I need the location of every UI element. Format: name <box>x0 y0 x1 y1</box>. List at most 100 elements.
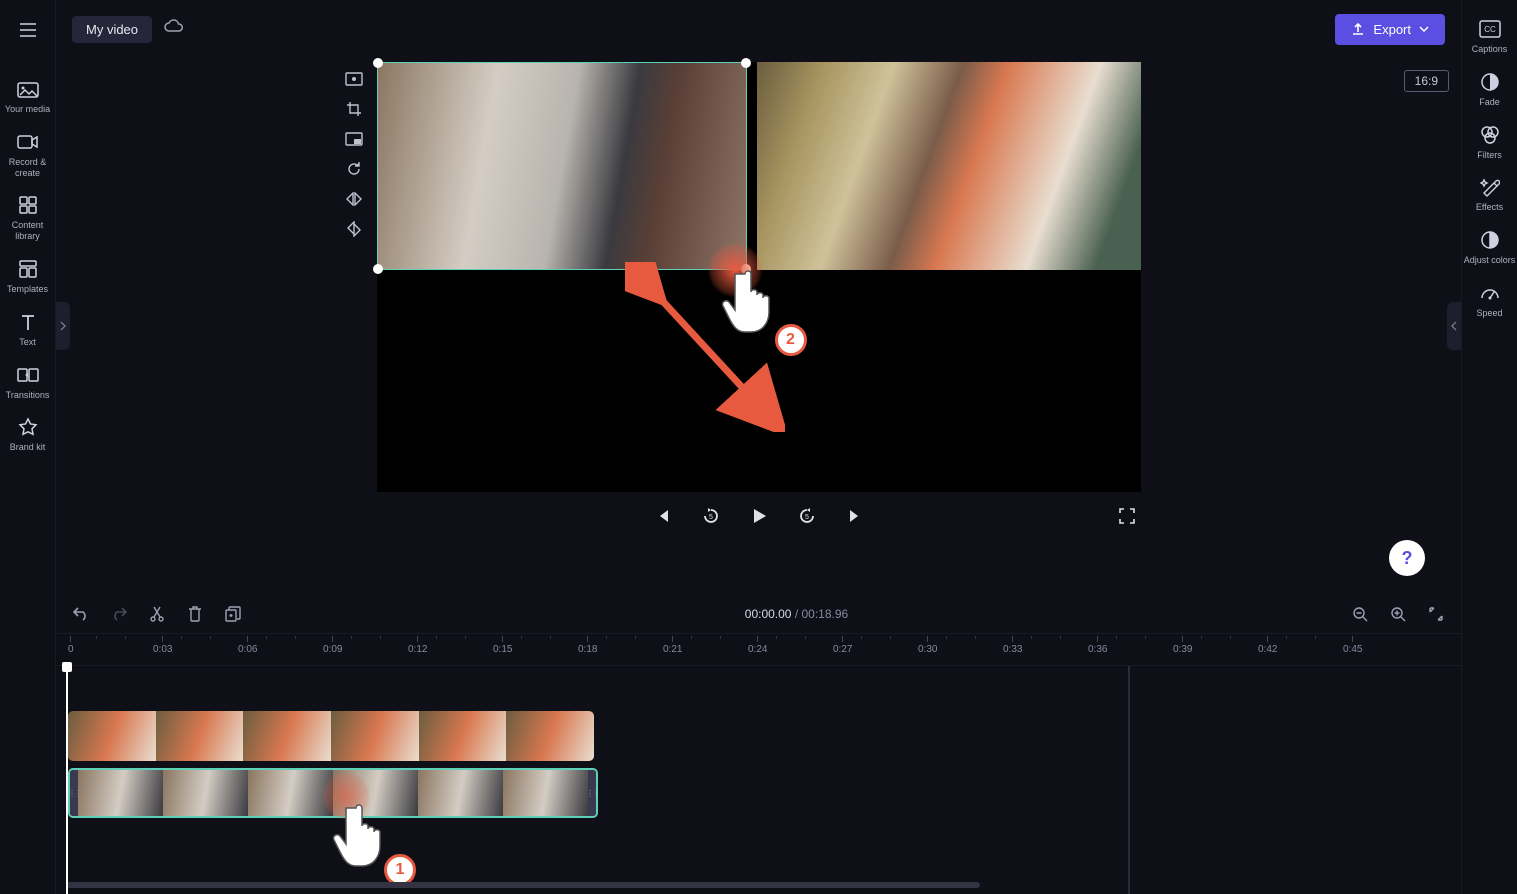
sidebar-item-templates[interactable]: Templates <box>0 250 56 303</box>
crop-tool[interactable] <box>341 96 367 122</box>
zoom-out-button[interactable] <box>1347 601 1373 627</box>
ruler-tick: 0 <box>68 636 74 655</box>
skip-end-button[interactable] <box>841 502 869 530</box>
sidebar-item-effects[interactable]: Effects <box>1462 168 1517 221</box>
adjust-icon <box>1479 229 1501 251</box>
ruler-tick: 0:03 <box>153 636 172 655</box>
fullscreen-button[interactable] <box>1113 502 1141 530</box>
sidebar-item-brandkit[interactable]: Brand kit <box>0 408 56 461</box>
sidebar-item-media[interactable]: Your media <box>0 70 56 123</box>
sidebar-item-label: Brand kit <box>10 442 46 453</box>
sidebar-item-speed[interactable]: Speed <box>1462 274 1517 327</box>
sidebar-item-library[interactable]: Content library <box>0 186 56 250</box>
left-panel-toggle[interactable] <box>56 302 70 350</box>
media-icon <box>17 78 39 100</box>
help-button[interactable]: ? <box>1389 540 1425 576</box>
track-clip-upper[interactable] <box>68 711 594 761</box>
zoom-in-button[interactable] <box>1385 601 1411 627</box>
clip-trim-right[interactable] <box>588 770 596 816</box>
split-button[interactable] <box>144 601 170 627</box>
clip-thumbnails <box>68 711 594 761</box>
menu-button[interactable] <box>8 10 48 50</box>
main-area: My video Export 16:9 <box>56 0 1461 894</box>
flip-v-tool[interactable] <box>341 216 367 242</box>
sidebar-item-captions[interactable]: CC Captions <box>1462 10 1517 63</box>
sidebar-item-label: Speed <box>1476 308 1502 319</box>
timeline-scrollbar[interactable] <box>66 882 1451 888</box>
ruler-tick: 0:42 <box>1258 636 1277 655</box>
ruler-tick: 0:18 <box>578 636 597 655</box>
undo-button[interactable] <box>68 601 94 627</box>
sidebar-item-text[interactable]: Text <box>0 303 56 356</box>
timeline-ruler[interactable]: 00:030:060:090:120:150:180:210:240:270:3… <box>56 634 1461 666</box>
duplicate-button[interactable] <box>220 601 246 627</box>
sidebar-item-label: Adjust colors <box>1464 255 1516 266</box>
playback-controls: 5 5 <box>377 502 1141 530</box>
ruler-tick: 0:30 <box>918 636 937 655</box>
sidebar-item-label: Captions <box>1472 44 1508 55</box>
canvas-tools <box>341 66 367 242</box>
sidebar-item-fade[interactable]: Fade <box>1462 63 1517 116</box>
timeline-tracks[interactable]: 1 <box>56 666 1461 894</box>
sidebar-item-label: Your media <box>5 104 50 115</box>
redo-button[interactable] <box>106 601 132 627</box>
timecode: 00:00.00 / 00:18.96 <box>745 607 848 621</box>
hand-cursor-icon <box>717 262 787 342</box>
cloud-sync-icon[interactable] <box>164 19 184 40</box>
ruler-tick: 0:12 <box>408 636 427 655</box>
sidebar-item-label: Content library <box>0 220 56 242</box>
fit-timeline-button[interactable] <box>1423 601 1449 627</box>
pip-tool[interactable] <box>341 126 367 152</box>
resize-handle-tr[interactable] <box>741 58 751 68</box>
skip-start-button[interactable] <box>649 502 677 530</box>
svg-text:5: 5 <box>805 514 809 521</box>
effects-icon <box>1479 176 1501 198</box>
chevron-down-icon <box>1419 26 1429 32</box>
filters-icon <box>1479 124 1501 146</box>
scrollbar-thumb[interactable] <box>66 882 980 888</box>
flip-h-tool[interactable] <box>341 186 367 212</box>
rewind-5-button[interactable]: 5 <box>697 502 725 530</box>
delete-button[interactable] <box>182 601 208 627</box>
resize-handle-bl[interactable] <box>373 264 383 274</box>
timecode-current: 00:00.00 <box>745 607 792 621</box>
sidebar-item-label: Filters <box>1477 150 1502 161</box>
sidebar-item-record[interactable]: Record & create <box>0 123 56 187</box>
sidebar-item-label: Transitions <box>6 390 50 401</box>
ruler-tick: 0:39 <box>1173 636 1192 655</box>
selection-frame[interactable] <box>377 62 747 270</box>
play-button[interactable] <box>745 502 773 530</box>
chevron-left-icon <box>1451 321 1457 331</box>
export-button[interactable]: Export <box>1335 14 1445 45</box>
ruler-tick: 0:15 <box>493 636 512 655</box>
forward-5-button[interactable]: 5 <box>793 502 821 530</box>
canvas-container: 2 <box>377 62 1141 492</box>
transitions-icon <box>17 364 39 386</box>
timeline-toolbar: 00:00.00 / 00:18.96 <box>56 594 1461 634</box>
svg-text:CC: CC <box>1484 25 1496 34</box>
sidebar-item-label: Templates <box>7 284 48 295</box>
playhead[interactable] <box>66 666 68 894</box>
right-panel-toggle[interactable] <box>1447 302 1461 350</box>
captions-icon: CC <box>1479 18 1501 40</box>
library-icon <box>17 194 39 216</box>
ruler-tick: 0:06 <box>238 636 257 655</box>
upload-icon <box>1351 22 1365 36</box>
video-canvas[interactable]: 2 <box>377 62 1141 492</box>
fit-tool[interactable] <box>341 66 367 92</box>
text-icon <box>17 311 39 333</box>
clip-trim-left[interactable] <box>70 770 78 816</box>
aspect-ratio-badge[interactable]: 16:9 <box>1404 70 1449 92</box>
sidebar-item-adjust[interactable]: Adjust colors <box>1462 221 1517 274</box>
resize-handle-tl[interactable] <box>373 58 383 68</box>
record-icon <box>17 131 39 153</box>
sidebar-item-filters[interactable]: Filters <box>1462 116 1517 169</box>
speed-icon <box>1479 282 1501 304</box>
templates-icon <box>17 258 39 280</box>
brandkit-icon <box>17 416 39 438</box>
rotate-tool[interactable] <box>341 156 367 182</box>
canvas-clip-right[interactable] <box>757 62 1141 270</box>
left-sidebar: Your media Record & create Content libra… <box>0 0 56 894</box>
video-title[interactable]: My video <box>72 16 152 43</box>
sidebar-item-transitions[interactable]: Transitions <box>0 356 56 409</box>
